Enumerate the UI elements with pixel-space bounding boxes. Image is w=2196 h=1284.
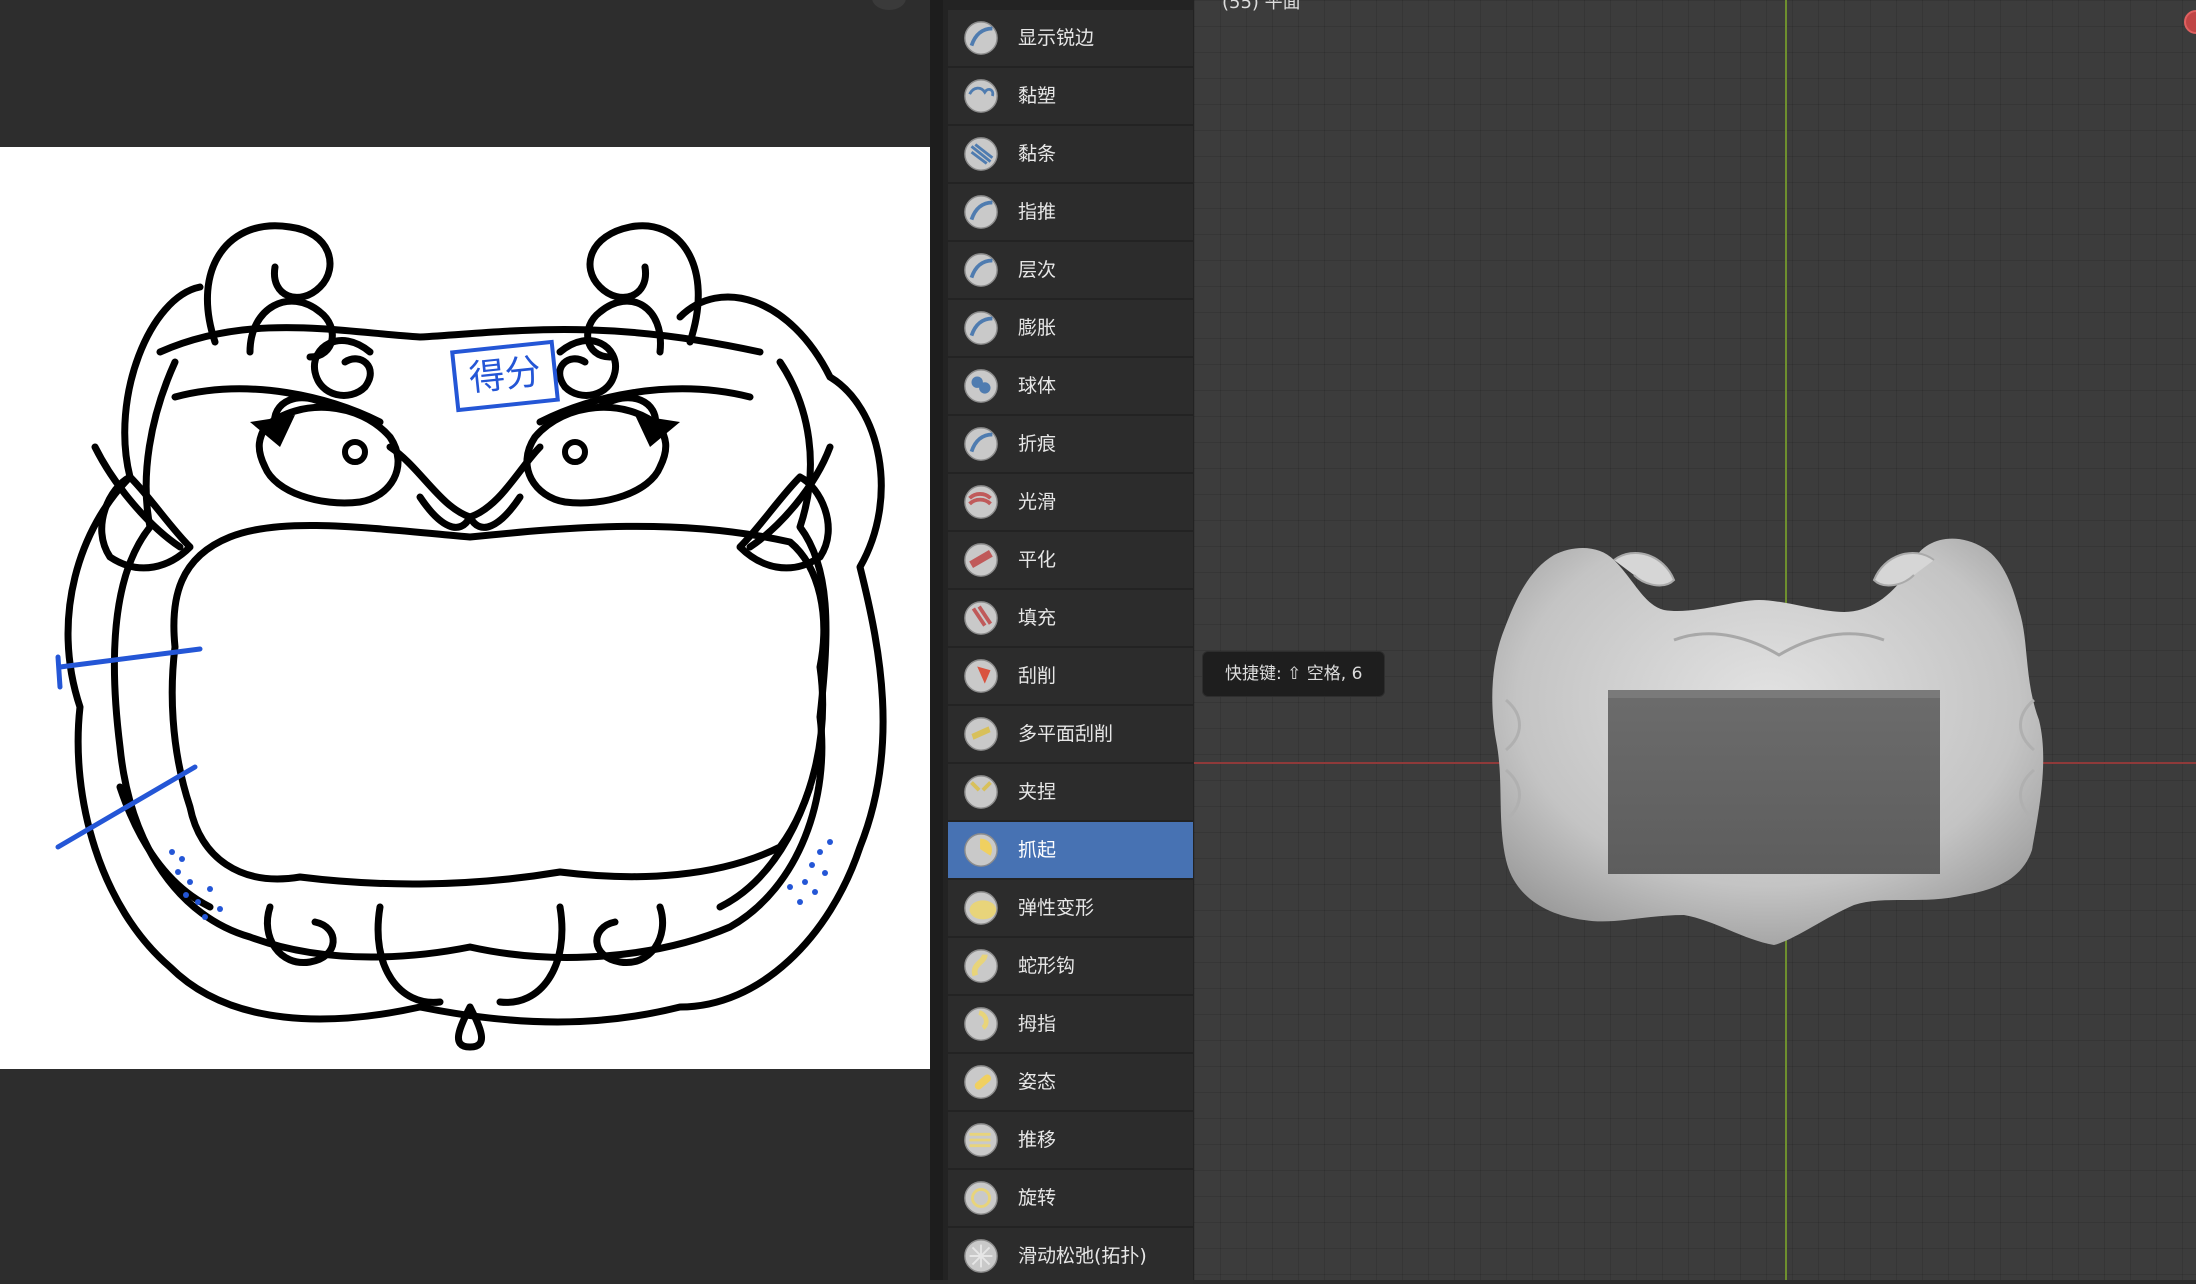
draw-sharp-brush-icon (964, 21, 998, 55)
clay-strips-brush-icon (964, 137, 998, 171)
brush-item[interactable]: 刮削 (948, 648, 1193, 704)
panel-handle[interactable] (872, 0, 906, 10)
smooth-brush-icon (964, 485, 998, 519)
clay-brush-icon (964, 79, 998, 113)
brush-item[interactable]: 黏塑 (948, 68, 1193, 124)
crease-brush-icon (964, 427, 998, 461)
flatten-brush-icon (964, 543, 998, 577)
brush-item[interactable]: 层次 (948, 242, 1193, 298)
brush-item-label: 抓起 (1018, 839, 1057, 861)
blob-brush-icon (964, 369, 998, 403)
brush-item[interactable]: 填充 (948, 590, 1193, 646)
rotate-brush-icon (964, 1181, 998, 1215)
brush-item[interactable]: 光滑 (948, 474, 1193, 530)
shortcut-tooltip: 快捷键: ⇧ 空格, 6 (1202, 651, 1386, 697)
inflate-brush-icon (964, 311, 998, 345)
brush-item-label: 球体 (1018, 375, 1057, 397)
sculpt-model-mesh[interactable] (1194, 0, 2196, 1280)
brush-item-label: 黏条 (1018, 143, 1057, 165)
snake-hook-brush-icon (964, 949, 998, 983)
fill-brush-icon (964, 601, 998, 635)
reference-panel: 得分 (0, 0, 930, 1280)
brush-item[interactable]: 多平面刮削 (948, 706, 1193, 762)
brush-item[interactable]: 黏条 (948, 126, 1193, 182)
reference-sketch-image: 得分 (0, 147, 930, 1069)
score-stamp-text: 得分 (467, 351, 543, 399)
brush-item[interactable]: 指推 (948, 184, 1193, 240)
brush-item-label: 姿态 (1018, 1071, 1057, 1093)
brush-item-label: 折痕 (1018, 433, 1057, 455)
brush-item[interactable]: 夹捏 (948, 764, 1193, 820)
brush-item-label: 滑动松弛(拓扑) (1018, 1245, 1147, 1267)
brush-item[interactable]: 折痕 (948, 416, 1193, 472)
brush-item-label: 旋转 (1018, 1187, 1057, 1209)
brush-item[interactable]: 平化 (948, 532, 1193, 588)
clay-thumb-brush-icon (964, 195, 998, 229)
pose-brush-icon (964, 1065, 998, 1099)
brush-item[interactable]: 拇指 (948, 996, 1193, 1052)
brush-item-label: 层次 (1018, 259, 1057, 281)
brush-item[interactable]: 显示锐边 (948, 10, 1193, 66)
brush-item-label: 蛇形钩 (1018, 955, 1076, 977)
nudge-brush-icon (964, 1123, 998, 1157)
elastic-deform-brush-icon (964, 891, 998, 925)
pinch-brush-icon (964, 775, 998, 809)
brush-item[interactable]: 滑动松弛(拓扑) (948, 1228, 1193, 1284)
brush-item-label: 填充 (1018, 607, 1057, 629)
brush-item-label: 刮削 (1018, 665, 1057, 687)
brush-item[interactable]: 膨胀 (948, 300, 1193, 356)
brush-item-label: 光滑 (1018, 491, 1057, 513)
brush-item-label: 夹捏 (1018, 781, 1057, 803)
brush-item-label: 多平面刮削 (1018, 723, 1114, 745)
brush-item-label: 弹性变形 (1018, 897, 1095, 919)
brush-item[interactable]: 推移 (948, 1112, 1193, 1168)
panel-divider[interactable] (930, 0, 943, 1280)
scrape-brush-icon (964, 659, 998, 693)
brush-item[interactable]: 旋转 (948, 1170, 1193, 1226)
brush-item[interactable]: 姿态 (948, 1054, 1193, 1110)
brush-item[interactable]: 蛇形钩 (948, 938, 1193, 994)
brush-item-label: 膨胀 (1018, 317, 1057, 339)
brush-menu: 显示锐边黏塑黏条指推层次膨胀球体折痕光滑平化填充刮削多平面刮削夹捏抓起弹性变形蛇… (943, 0, 1194, 1284)
brush-item-label: 显示锐边 (1018, 27, 1095, 49)
layer-brush-icon (964, 253, 998, 287)
brush-item-label: 推移 (1018, 1129, 1057, 1151)
brush-item-label: 黏塑 (1018, 85, 1057, 107)
brush-item-label: 拇指 (1018, 1013, 1057, 1035)
multiplane-scrape-brush-icon (964, 717, 998, 751)
brush-item[interactable]: 球体 (948, 358, 1193, 414)
3d-viewport[interactable]: (55) 平面 (1194, 0, 2196, 1280)
brush-item[interactable]: 抓起 (948, 822, 1193, 878)
brush-item[interactable]: 弹性变形 (948, 880, 1193, 936)
thumb-brush-icon (964, 1007, 998, 1041)
brush-item-label: 平化 (1018, 549, 1057, 571)
slide-relax-brush-icon (964, 1239, 998, 1273)
brush-item-label: 指推 (1018, 201, 1057, 223)
frame-sketch-drawing: 得分 (55, 222, 887, 1051)
grab-brush-icon (964, 833, 998, 867)
